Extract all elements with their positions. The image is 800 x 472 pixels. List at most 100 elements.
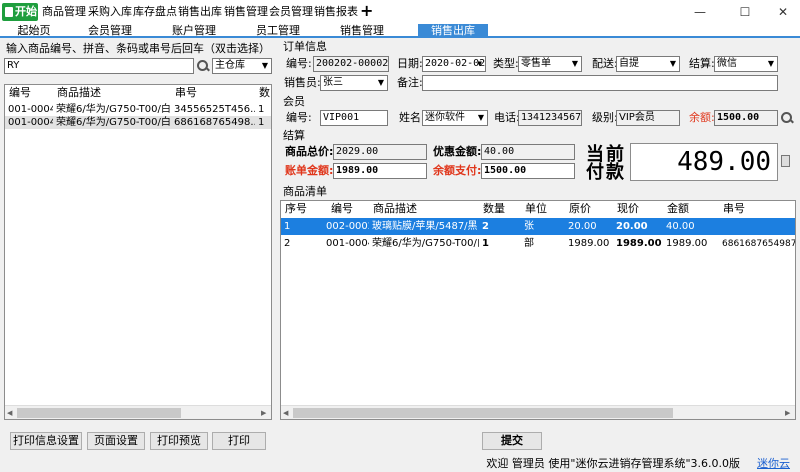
row-id: 001-0004 [8, 117, 53, 128]
scroll-left-icon[interactable]: ◀ [7, 409, 12, 417]
start-logo-button[interactable]: 开始 [2, 3, 38, 21]
row-id: 001-0004 [326, 238, 369, 249]
chevron-down-icon: ▼ [571, 59, 578, 68]
settle-method-select[interactable]: 微信 ▼ [714, 56, 778, 72]
tab-sales-manage[interactable]: 销售管理 [332, 24, 392, 38]
delivery-select[interactable]: 自提 ▼ [616, 56, 680, 72]
row-unit: 张 [524, 221, 534, 232]
column-header-price[interactable]: 现价 [613, 201, 663, 217]
row-qty: 2 [482, 221, 489, 232]
bill-amount-label: 账单金额: [285, 164, 334, 177]
scroll-right-icon[interactable]: ▶ [785, 409, 790, 417]
scroll-right-icon[interactable]: ▶ [261, 409, 266, 417]
row-serial: 686168765498765541 [722, 239, 795, 249]
table-row-selected[interactable]: 1 002-0002 玻璃贴膜/苹果/5487/黑 2 张 20.00 20.0… [281, 218, 795, 235]
scroll-left-icon[interactable]: ◀ [283, 409, 288, 417]
page-setup-button[interactable]: 页面设置 [87, 432, 145, 450]
member-no-input[interactable]: VIP001 [320, 110, 388, 126]
column-header-serial[interactable]: 串号 [719, 201, 795, 217]
menu-item-members[interactable]: 会员管理 [269, 4, 313, 20]
horizontal-scrollbar[interactable]: ◀ ▶ [281, 405, 795, 419]
goods-list-group-label: 商品清单 [283, 185, 327, 198]
table-row[interactable]: 001-0004 荣耀6/华为/G750-T00/白 686168765498.… [5, 116, 271, 129]
remark-input[interactable] [422, 75, 778, 91]
status-bar: 欢迎 管理员 使用"迷你云进销存管理系统"3.6.0.0版 迷你云 [0, 456, 800, 472]
goods-total-label: 商品总价: [285, 145, 334, 158]
row-orig-price: 1989.00 [568, 238, 610, 249]
tab-members[interactable]: 会员管理 [80, 24, 140, 38]
date-value: 2020-02-02 [425, 58, 486, 69]
row-unit: 部 [524, 238, 534, 249]
minimize-button[interactable]: — [692, 4, 708, 20]
menu-item-goods[interactable]: 商品管理 [42, 4, 86, 20]
table-row[interactable]: 2 001-0004 荣耀6/华为/G750-T00/白 1 部 1989.00… [281, 235, 795, 252]
tab-start[interactable]: 起始页 [4, 24, 64, 38]
menu-item-sales-manage[interactable]: 销售管理 [224, 4, 268, 20]
menu-item-reports[interactable]: 销售报表 [314, 4, 358, 20]
column-header-desc[interactable]: 商品描述 [53, 85, 169, 101]
status-text: 欢迎 管理员 使用"迷你云进销存管理系统"3.6.0.0版 [486, 457, 740, 470]
seller-select[interactable]: 张三 ▼ [320, 75, 388, 91]
goods-list-grid[interactable]: 序号 编号 商品描述 数量 单位 原价 现价 金额 串号 1 002-0002 … [280, 200, 796, 420]
row-id: 002-0002 [326, 221, 369, 232]
print-settings-button[interactable]: 打印信息设置 [10, 432, 82, 450]
row-desc: 荣耀6/华为/G750-T00/白 [372, 238, 479, 249]
column-header-seq[interactable]: 序号 [281, 201, 327, 217]
search-icon[interactable] [196, 59, 210, 73]
member-name-select[interactable]: 迷你软件 ▼ [422, 110, 488, 126]
add-menu-button[interactable]: + [360, 1, 373, 21]
column-header-serial[interactable]: 串号 [171, 85, 255, 101]
product-search-input[interactable]: RY [4, 58, 194, 74]
column-header-amount[interactable]: 金额 [663, 201, 719, 217]
warehouse-select[interactable]: 主仓库 ▼ [212, 58, 272, 74]
level-field: VIP会员 [616, 110, 680, 126]
settle-method-value: 微信 [717, 58, 737, 69]
column-header-qty[interactable]: 数量 [479, 201, 521, 217]
horizontal-scrollbar[interactable]: ◀ ▶ [5, 405, 271, 419]
balance-pay-input[interactable]: 1500.00 [481, 163, 575, 179]
chevron-down-icon: ▼ [767, 59, 774, 68]
row-qty: 1 [258, 104, 265, 115]
member-group-label: 会员 [283, 95, 305, 108]
column-header-qty[interactable]: 数 [255, 85, 271, 101]
discount-label: 优惠金额: [433, 145, 482, 158]
type-label: 类型: [493, 57, 519, 70]
maximize-button[interactable]: ☐ [737, 4, 753, 20]
column-header-id[interactable]: 编号 [5, 85, 51, 101]
scrollbar-thumb[interactable] [17, 408, 181, 418]
bill-amount-field: 1989.00 [333, 163, 427, 179]
menu-item-sales-out[interactable]: 销售出库 [178, 4, 222, 20]
column-header-id[interactable]: 编号 [327, 201, 369, 217]
row-price: 1989.00 [616, 238, 662, 249]
table-row[interactable]: 001-0004 荣耀6/华为/G750-T00/白 34556525T456.… [5, 103, 271, 116]
member-name-value: 迷你软件 [425, 112, 465, 123]
submit-button[interactable]: 提交 [482, 432, 542, 450]
column-header-orig-price[interactable]: 原价 [565, 201, 613, 217]
menu-item-inventory[interactable]: 库存盘点 [133, 4, 177, 20]
menu-item-purchase[interactable]: 采购入库 [88, 4, 132, 20]
order-info-group-label: 订单信息 [283, 40, 327, 53]
print-preview-button[interactable]: 打印预览 [150, 432, 208, 450]
row-serial [719, 220, 795, 234]
current-payment-display[interactable]: 489.00 [630, 143, 778, 181]
order-no-label: 编号: [286, 57, 312, 70]
website-link[interactable]: 迷你云 [757, 456, 790, 472]
calculator-icon[interactable] [781, 155, 790, 167]
column-header-desc[interactable]: 商品描述 [369, 201, 479, 217]
order-type-select[interactable]: 零售单 ▼ [518, 56, 582, 72]
member-search-icon[interactable] [780, 111, 794, 125]
member-name-label: 姓名: [399, 111, 425, 124]
tab-staff[interactable]: 员工管理 [248, 24, 308, 38]
order-no-field: 200202-00002 [313, 56, 389, 72]
product-search-grid[interactable]: 编号 商品描述 串号 数 001-0004 荣耀6/华为/G750-T00/白 … [4, 84, 272, 420]
print-button[interactable]: 打印 [212, 432, 266, 450]
date-picker[interactable]: 2020-02-02 ▼ [422, 56, 486, 72]
tab-sales-out[interactable]: 销售出库 [418, 24, 488, 38]
row-desc: 荣耀6/华为/G750-T00/白 [56, 117, 171, 128]
tab-accounts[interactable]: 账户管理 [164, 24, 224, 38]
close-button[interactable]: ✕ [775, 4, 791, 20]
column-header-unit[interactable]: 单位 [521, 201, 565, 217]
chevron-down-icon: ▼ [261, 61, 268, 70]
scrollbar-thumb[interactable] [293, 408, 673, 418]
seller-label: 销售员: [284, 76, 321, 89]
